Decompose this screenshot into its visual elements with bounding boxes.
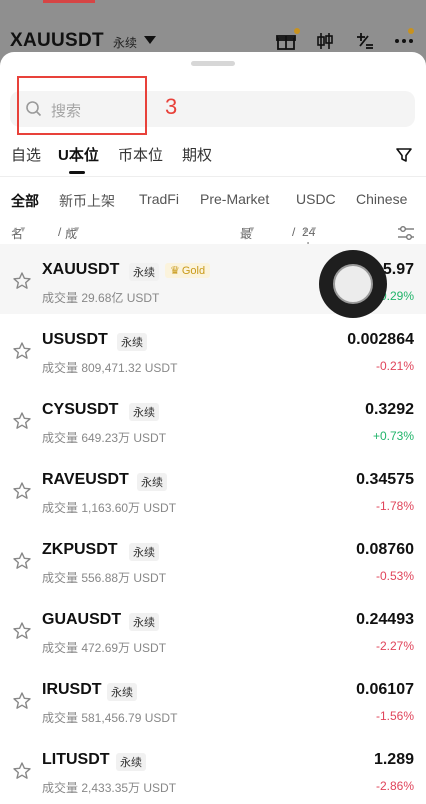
price-label: 0.3292 xyxy=(365,401,414,418)
list-item[interactable]: RAVEUSDT 永续 成交量 1,163.60万 USDT 0.34575 -… xyxy=(0,454,426,524)
star-icon[interactable] xyxy=(12,481,32,501)
volume-label: 成交量 581,456.79 USDT xyxy=(42,711,178,725)
symbol-label: GUAUSDT xyxy=(42,611,122,628)
change-label: -2.86% xyxy=(375,779,414,793)
sort-icon: ▲▼ xyxy=(240,225,256,234)
gold-badge-label: Gold xyxy=(181,264,206,277)
gift-icon[interactable] xyxy=(275,30,297,52)
price-label: 0.24493 xyxy=(356,611,414,628)
price-label: 0.002864 xyxy=(347,331,414,348)
symbol-label: ZKPUSDT xyxy=(42,541,118,558)
price-label: 0.08760 xyxy=(356,541,414,558)
volume-label: 成交量 2,433.35万 USDT xyxy=(42,781,177,795)
volume-label: 成交量 649.23万 USDT xyxy=(42,431,167,445)
touch-indicator-core xyxy=(333,264,373,304)
contract-type-badge: 永续 xyxy=(129,543,159,561)
column-slash: / xyxy=(292,225,296,239)
contract-type-badge: 永续 xyxy=(129,613,159,631)
notification-dot xyxy=(408,28,414,34)
star-icon[interactable] xyxy=(12,621,32,641)
market-tabs: 自选 U本位 币本位 期权 xyxy=(0,144,426,174)
crown-icon: ♛ xyxy=(170,265,180,277)
volume-label: 成交量 556.88万 USDT xyxy=(42,571,167,585)
column-slash: / xyxy=(58,225,62,239)
price-label: 0.06107 xyxy=(356,681,414,698)
volume-label: 成交量 1,163.60万 USDT xyxy=(42,501,177,515)
tab-usdt-m[interactable]: U本位 xyxy=(58,144,99,165)
column-settings-icon[interactable] xyxy=(397,225,415,241)
volume-label: 成交量 472.69万 USDT xyxy=(42,641,167,655)
star-icon[interactable] xyxy=(12,341,32,361)
change-label: -2.27% xyxy=(375,639,414,653)
notification-dot xyxy=(294,28,300,34)
price-label: 0.34575 xyxy=(356,471,414,488)
tab-coin-m[interactable]: 币本位 xyxy=(118,144,163,165)
contract-type-badge: 永续 xyxy=(137,473,167,491)
calculator-icon[interactable] xyxy=(354,30,376,52)
change-label: -0.21% xyxy=(375,359,414,373)
contract-type-badge: 永续 xyxy=(117,333,147,351)
star-icon[interactable] xyxy=(12,271,32,291)
symbol-label: RAVEUSDT xyxy=(42,471,129,488)
category-tradfi[interactable]: TradFi xyxy=(139,191,179,207)
contract-type-badge: 永续 xyxy=(129,403,159,421)
symbol-label: LITUSDT xyxy=(42,751,110,768)
column-header: 名称▲▼ / 成交量▲▼ 最新价▲▼ / 24 小时涨跌▲▼ xyxy=(0,225,426,306)
top-indicator xyxy=(43,0,95,3)
symbol-label: CYSUSDT xyxy=(42,401,119,418)
category-usdc[interactable]: USDC xyxy=(296,191,336,207)
symbol-label: USUSDT xyxy=(42,331,108,348)
change-label: -1.56% xyxy=(375,709,414,723)
divider xyxy=(0,176,426,177)
pair-type-label: 永续 xyxy=(113,36,138,50)
list-item[interactable]: CYSUSDT 永续 成交量 649.23万 USDT 0.3292 +0.73… xyxy=(0,384,426,454)
contract-type-badge: 永续 xyxy=(107,683,137,701)
change-label: -0.53% xyxy=(375,569,414,583)
touch-indicator xyxy=(319,250,387,318)
category-pre-market[interactable]: Pre-Market xyxy=(200,191,269,207)
filter-icon[interactable] xyxy=(395,146,413,164)
annotation-box xyxy=(17,76,147,135)
gold-badge: ♛ Gold xyxy=(165,263,211,278)
sort-icon: ▲▼ xyxy=(11,225,27,234)
chevron-down-icon[interactable] xyxy=(144,36,156,44)
list-item[interactable]: GUAUSDT 永续 成交量 472.69万 USDT 0.24493 -2.2… xyxy=(0,594,426,664)
price-label: 1.289 xyxy=(373,751,414,768)
star-icon[interactable] xyxy=(12,691,32,711)
star-icon[interactable] xyxy=(12,411,32,431)
category-filters: 全部 新币上架 TradFi Pre-Market USDC Chinese xyxy=(0,191,426,213)
sort-icon: ▲▼ xyxy=(302,225,318,234)
change-label: -1.78% xyxy=(375,499,414,513)
star-icon[interactable] xyxy=(12,761,32,781)
candlestick-icon[interactable] xyxy=(314,30,336,52)
category-all[interactable]: 全部 xyxy=(11,191,39,211)
volume-label: 成交量 809,471.32 USDT xyxy=(42,361,178,375)
drag-handle[interactable] xyxy=(191,61,235,66)
annotation-label: 3 xyxy=(165,94,178,119)
list-item[interactable]: USUSDT 永续 成交量 809,471.32 USDT 0.002864 -… xyxy=(0,314,426,384)
change-label: +0.73% xyxy=(372,429,414,443)
star-icon[interactable] xyxy=(12,551,32,571)
list-item[interactable]: IRUSDT 永续 成交量 581,456.79 USDT 0.06107 -1… xyxy=(0,664,426,734)
market-sheet: 搜索 3 自选 U本位 币本位 期权 全部 新币上架 TradFi Pre-Ma… xyxy=(0,52,426,802)
pair-title[interactable]: XAUUSDT xyxy=(10,30,104,52)
category-chinese[interactable]: Chinese xyxy=(356,191,407,207)
symbol-label: IRUSDT xyxy=(42,681,102,698)
active-tab-indicator xyxy=(69,171,85,174)
tab-favorites[interactable]: 自选 xyxy=(11,144,41,165)
price-label: 5.97 xyxy=(382,261,414,278)
contract-type-badge: 永续 xyxy=(129,263,159,281)
sort-icon: ▲▼ xyxy=(65,225,81,234)
list-item[interactable]: LITUSDT 永续 成交量 2,433.35万 USDT 1.289 -2.8… xyxy=(0,734,426,804)
list-item[interactable]: ZKPUSDT 永续 成交量 556.88万 USDT 0.08760 -0.5… xyxy=(0,524,426,594)
symbol-label: XAUUSDT xyxy=(42,261,120,278)
volume-label: 成交量 29.68亿 USDT xyxy=(42,291,160,305)
tab-options[interactable]: 期权 xyxy=(182,144,212,165)
category-new-listings[interactable]: 新币上架 xyxy=(59,191,115,211)
contract-type-badge: 永续 xyxy=(116,753,146,771)
